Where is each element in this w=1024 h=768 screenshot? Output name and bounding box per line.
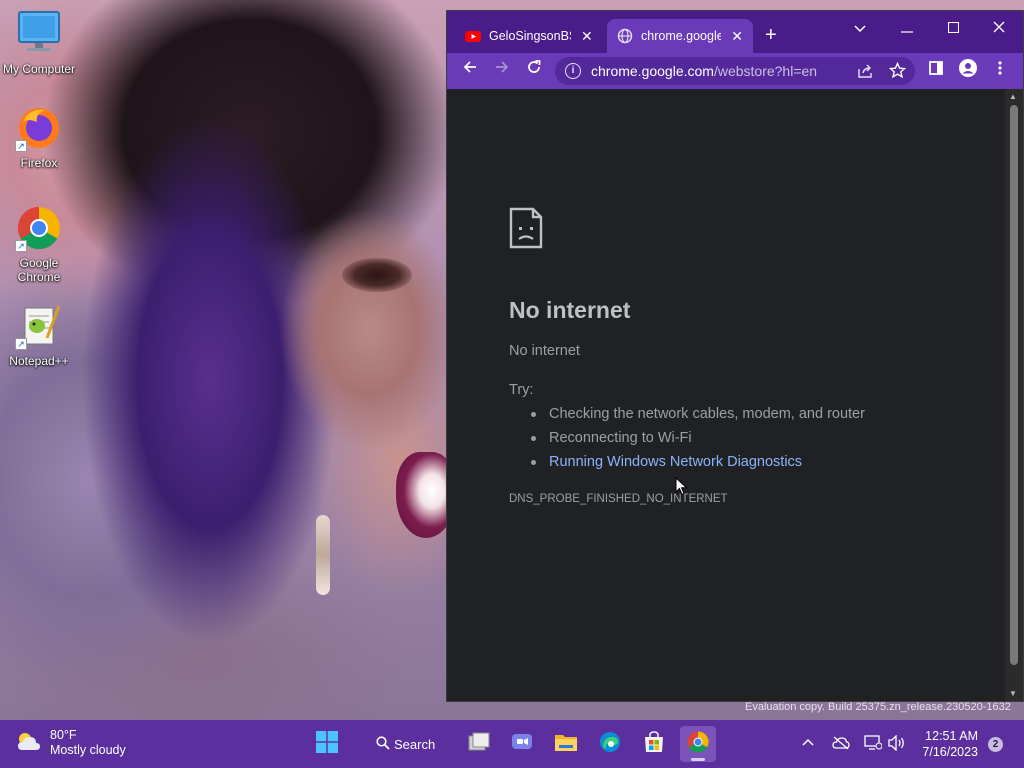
volume-icon[interactable] (888, 734, 906, 754)
error-code: DNS_PROBE_FINISHED_NO_INTERNET (509, 493, 728, 505)
chrome-window: GeloSingsonBSC ✕ chrome.google. ✕ + (446, 10, 1024, 702)
chrome-icon: ↗ (15, 204, 63, 252)
taskbar: 80°F Mostly cloudy Search 12:51 AM 7/16/… (0, 720, 1024, 768)
tab-close-icon[interactable]: ✕ (731, 28, 743, 45)
firefox-icon: ↗ (15, 104, 63, 152)
scrollbar-thumb[interactable] (1010, 105, 1018, 665)
scroll-up-arrow-icon[interactable]: ▲ (1009, 92, 1017, 101)
show-hidden-icons-chevron-icon[interactable] (802, 734, 814, 749)
onedrive-offline-icon[interactable] (832, 736, 850, 753)
suggestion-item: Checking the network cables, modem, and … (531, 405, 865, 429)
side-panel-icon[interactable] (923, 59, 949, 83)
search-label: Search (394, 736, 436, 752)
sad-document-icon (509, 207, 543, 254)
teams-chat-button[interactable] (504, 726, 540, 762)
mouse-cursor-icon (675, 476, 688, 501)
tab-search-chevron-icon[interactable] (837, 15, 883, 43)
shortcut-arrow-icon: ↗ (15, 338, 27, 350)
microsoft-store-button[interactable] (636, 726, 672, 762)
url-text: chrome.google.com/webstore?hl=en (591, 63, 817, 79)
desktop-icon-firefox[interactable]: ↗ Firefox (1, 104, 77, 170)
weather-temperature: 80°F (50, 728, 77, 742)
url-path: /webstore?hl=en (713, 63, 818, 79)
try-label: Try: (509, 382, 534, 398)
network-diagnostics-link[interactable]: Running Windows Network Diagnostics (531, 453, 865, 477)
chrome-taskbar-button[interactable] (680, 726, 716, 762)
wallpaper-eye (342, 258, 412, 292)
share-icon[interactable] (857, 63, 873, 84)
clock-date: 7/16/2023 (922, 745, 978, 759)
desktop-icon-my-computer[interactable]: My Computer (1, 10, 77, 76)
edge-icon (599, 731, 621, 758)
start-button[interactable] (309, 726, 345, 762)
scroll-down-arrow-icon[interactable]: ▼ (1009, 689, 1017, 698)
notepadpp-icon: ↗ (15, 302, 63, 350)
youtube-icon (465, 28, 481, 44)
notification-badge[interactable]: 2 (988, 737, 1003, 752)
chrome-menu-icon[interactable] (987, 59, 1013, 83)
forward-button[interactable] (489, 59, 515, 83)
network-icon[interactable] (864, 735, 883, 754)
suggestion-list: Checking the network cables, modem, and … (531, 405, 865, 477)
error-title: No internet (509, 297, 631, 323)
desktop-icon-notepadpp[interactable]: ↗ Notepad++ (1, 302, 77, 368)
windows-logo-icon (316, 730, 338, 758)
clock-time: 12:51 AM (925, 729, 978, 743)
desktop-icon-chrome[interactable]: ↗ Google Chrome (1, 204, 77, 284)
page-scrollbar[interactable]: ▲ ▼ (1005, 89, 1023, 701)
chrome-icon (686, 730, 710, 759)
address-bar[interactable]: i chrome.google.com/webstore?hl=en (555, 57, 915, 85)
folder-icon (554, 732, 578, 757)
back-button[interactable] (457, 59, 483, 83)
shortcut-arrow-icon: ↗ (15, 240, 27, 252)
wallpaper-earring (316, 515, 330, 595)
minimize-button[interactable] (884, 15, 930, 43)
task-view-button[interactable] (461, 726, 497, 762)
site-info-icon[interactable]: i (565, 63, 581, 79)
url-host: chrome.google.com (591, 63, 714, 79)
tab-strip: GeloSingsonBSC ✕ chrome.google. ✕ + (447, 11, 1023, 53)
close-window-button[interactable] (976, 15, 1022, 43)
task-view-icon (468, 732, 490, 757)
taskbar-search[interactable]: Search (366, 728, 445, 760)
tab-chrome-webstore[interactable]: chrome.google. ✕ (607, 19, 753, 53)
tab-title: GeloSingsonBSC (489, 29, 571, 43)
desktop-icon-label: Google Chrome (17, 256, 61, 284)
evaluation-watermark: Evaluation copy. Build 25375.zn_release.… (745, 701, 1011, 713)
desktop-icon-label: Firefox (20, 156, 58, 170)
suggestion-item: Reconnecting to Wi-Fi (531, 429, 865, 453)
globe-icon (617, 28, 633, 44)
profile-avatar-icon[interactable] (955, 59, 981, 83)
tab-youtube[interactable]: GeloSingsonBSC ✕ (455, 19, 605, 53)
search-icon (376, 735, 390, 753)
weather-description: Mostly cloudy (50, 743, 126, 757)
shortcut-arrow-icon: ↗ (15, 140, 27, 152)
edge-button[interactable] (592, 726, 628, 762)
file-explorer-button[interactable] (548, 726, 584, 762)
tab-title: chrome.google. (641, 29, 722, 43)
bookmark-star-icon[interactable] (888, 61, 907, 84)
desktop-icon-label: My Computer (2, 62, 76, 76)
maximize-button[interactable] (930, 15, 976, 43)
page-content: No internet No internet Try: Checking th… (447, 89, 1005, 701)
monitor-icon (15, 10, 63, 58)
taskbar-clock[interactable]: 12:51 AM 7/16/2023 (918, 728, 978, 760)
error-subtitle: No internet (509, 343, 580, 359)
chat-icon (511, 732, 533, 757)
tab-close-icon[interactable]: ✕ (581, 28, 593, 45)
reload-button[interactable] (521, 59, 547, 83)
weather-widget[interactable]: 80°F Mostly cloudy (16, 728, 126, 758)
browser-toolbar: i chrome.google.com/webstore?hl=en (447, 53, 1023, 89)
cloudy-weather-icon (16, 730, 42, 757)
store-icon (643, 730, 665, 758)
desktop-icon-label: Notepad++ (9, 354, 69, 368)
new-tab-button[interactable]: + (765, 25, 777, 45)
